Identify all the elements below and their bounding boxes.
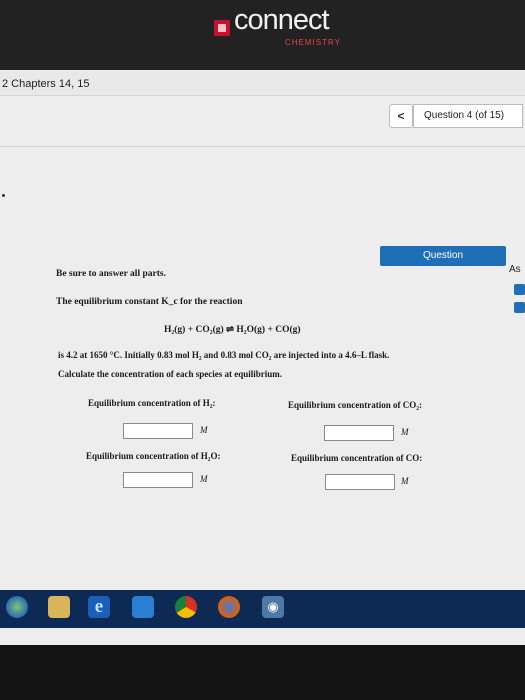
- bullet-dot: [2, 194, 5, 197]
- h2o-concentration-label: Equilibrium concentration of H₂O:: [86, 451, 221, 461]
- question-counter[interactable]: Question 4 (of 15): [413, 104, 523, 128]
- reaction-equation: H₂(g) + CO₂(g) ⇌ H₂O(g) + CO(g): [164, 325, 301, 335]
- header-bar: connect CHEMISTRY: [0, 0, 525, 70]
- co2-concentration-label: Equilibrium concentration of CO₂:: [288, 400, 422, 410]
- folder-icon[interactable]: [48, 596, 70, 618]
- monitor-screen: connect CHEMISTRY 2 Chapters 14, 15 < Qu…: [0, 0, 525, 645]
- chapter-bar: 2 Chapters 14, 15: [0, 70, 525, 96]
- co-concentration-label: Equilibrium concentration of CO:: [291, 453, 423, 463]
- instruction-text: Be sure to answer all parts.: [56, 269, 166, 279]
- chrome-icon[interactable]: [175, 596, 197, 618]
- mcgraw-hill-logo-icon: [214, 20, 230, 36]
- previous-question-button[interactable]: <: [389, 104, 413, 128]
- logo-subtitle: CHEMISTRY: [285, 38, 341, 47]
- co-unit: M: [401, 476, 409, 486]
- divider: [0, 146, 525, 147]
- network-icon[interactable]: ◉: [262, 596, 284, 618]
- side-button-2[interactable]: [514, 302, 525, 313]
- h2-answer-input[interactable]: [123, 423, 193, 439]
- media-player-icon[interactable]: [132, 596, 154, 618]
- start-icon[interactable]: [6, 596, 28, 618]
- co2-unit: M: [401, 427, 409, 437]
- monitor-bezel: [0, 645, 525, 700]
- kc-text: The equilibrium constant K_c for the rea…: [56, 297, 243, 307]
- co-answer-input[interactable]: [325, 474, 395, 490]
- h2-concentration-label: Equilibrium concentration of H₂:: [88, 398, 216, 408]
- h2o-unit: M: [200, 474, 208, 484]
- problem-line-1: is 4.2 at 1650 °C. Initially 0.83 mol H₂…: [58, 350, 390, 360]
- connect-logo: connect: [234, 4, 330, 36]
- h2-unit: M: [200, 425, 208, 435]
- internet-explorer-icon[interactable]: e: [88, 596, 110, 618]
- side-panel-truncated-label: As: [509, 264, 521, 275]
- co2-answer-input[interactable]: [324, 425, 394, 441]
- assignment-title: 2 Chapters 14, 15: [2, 78, 90, 90]
- firefox-icon[interactable]: [218, 596, 240, 618]
- side-button-1[interactable]: [514, 284, 525, 295]
- h2o-answer-input[interactable]: [123, 472, 193, 488]
- problem-line-2: Calculate the concentration of each spec…: [58, 369, 282, 379]
- tab-question[interactable]: Question: [380, 246, 506, 266]
